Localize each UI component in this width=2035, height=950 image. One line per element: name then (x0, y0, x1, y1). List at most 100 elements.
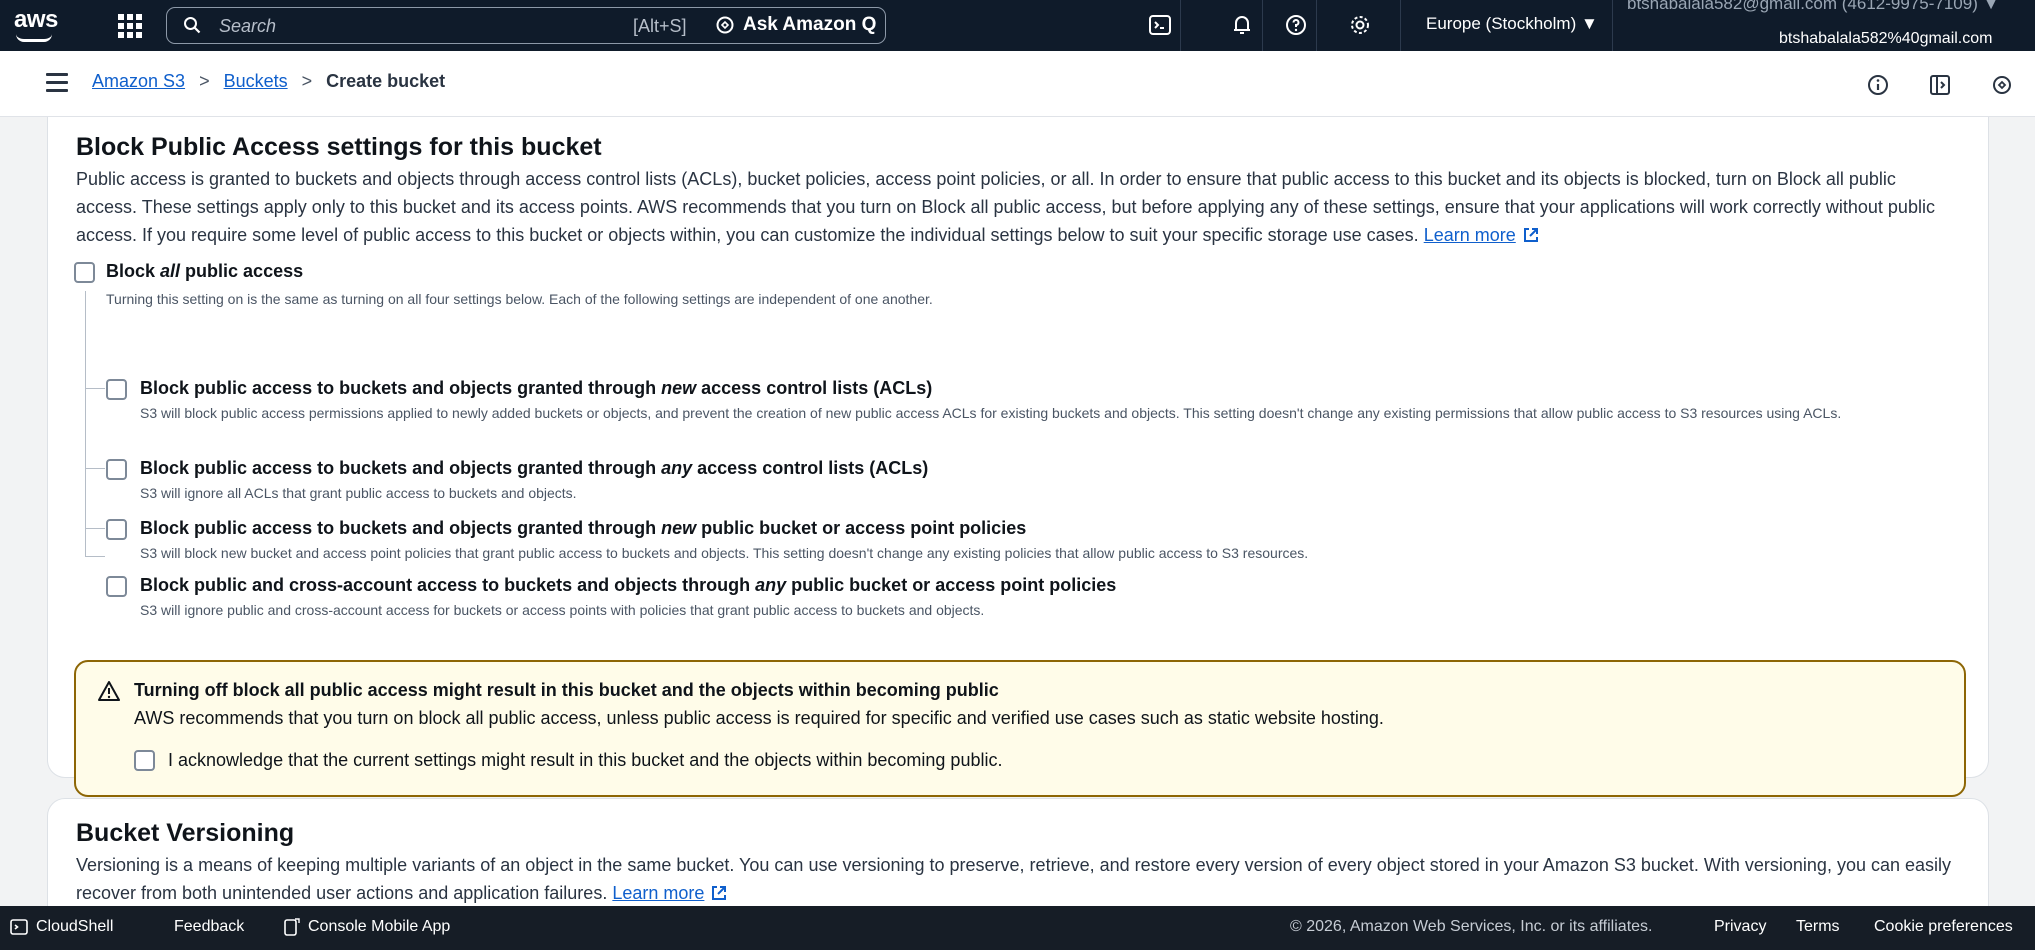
nav-divider (1400, 0, 1401, 51)
breadcrumb-buckets[interactable]: Buckets (224, 71, 288, 92)
label-emphasis: new (661, 518, 697, 538)
privacy-link[interactable]: Privacy (1714, 918, 1766, 936)
mobile-app-label: Console Mobile App (308, 918, 451, 935)
block-all-checkbox[interactable] (74, 262, 95, 283)
label-part: Block public access to buckets and objec… (140, 378, 662, 398)
acknowledge-checkbox[interactable] (134, 750, 155, 771)
label-part: public bucket or access point policies (786, 575, 1117, 595)
breadcrumb: Amazon S3 > Buckets > Create bucket (92, 71, 445, 92)
aws-logo-text: aws (14, 6, 58, 33)
label-part: Block (106, 261, 161, 281)
tree-branch (85, 388, 105, 389)
top-navigation: aws Search [Alt+S] Ask Amazon Q Europe (… (0, 0, 2035, 51)
feedback-link[interactable]: Feedback (174, 918, 244, 936)
amazon-q-panel-icon[interactable] (1990, 73, 2014, 97)
learn-more-link[interactable]: Learn more (1424, 225, 1540, 245)
cloudshell-footer-button[interactable]: CloudShell (10, 918, 113, 936)
breadcrumb-separator: > (301, 71, 313, 91)
region-selector[interactable]: Europe (Stockholm) ▼ (1426, 14, 1598, 34)
warning-icon (98, 681, 120, 701)
block-new-acls-description: S3 will block public access permissions … (140, 405, 1842, 421)
learn-more-label: Learn more (1423, 225, 1516, 245)
block-any-acls-description: S3 will ignore all ACLs that grant publi… (140, 485, 577, 501)
versioning-text: Versioning is a means of keeping multipl… (76, 855, 1952, 903)
search-shortcut: [Alt+S] (633, 16, 687, 36)
cookie-preferences-link[interactable]: Cookie preferences (1874, 918, 2013, 936)
breadcrumb-bar: Amazon S3 > Buckets > Create bucket (0, 51, 2035, 117)
block-any-policies-description: S3 will ignore public and cross-account … (140, 602, 985, 618)
breadcrumb-amazon-s3[interactable]: Amazon S3 (92, 71, 185, 92)
learn-more-label: Learn more (612, 883, 705, 903)
warning-text: AWS recommends that you turn on block al… (134, 708, 1384, 728)
versioning-learn-more-link[interactable]: Learn more (612, 883, 728, 903)
block-new-policies-description: S3 will block new bucket and access poin… (140, 545, 1309, 561)
breadcrumb-current: Create bucket (326, 71, 446, 91)
label-part: Block public access to buckets and objec… (140, 518, 662, 538)
label-part: public access (180, 261, 304, 281)
block-any-policies-checkbox[interactable] (106, 576, 127, 597)
section-title: Block Public Access settings for this bu… (76, 133, 602, 161)
block-any-policies-label: Block public and cross-account access to… (140, 575, 1116, 596)
block-any-acls-checkbox[interactable] (106, 459, 127, 480)
label-emphasis: new (661, 378, 697, 398)
breadcrumb-separator: > (199, 71, 210, 91)
label-part: access control lists (ACLs) (692, 458, 929, 478)
search-box[interactable]: Search [Alt+S] Ask Amazon Q (166, 7, 886, 44)
nav-divider (1612, 0, 1613, 51)
notifications-bell-icon[interactable] (1230, 13, 1254, 37)
search-icon (184, 17, 201, 34)
versioning-description: Versioning is a means of keeping multipl… (76, 851, 1956, 906)
block-new-policies-checkbox[interactable] (106, 519, 127, 540)
account-username: btshabalala582%40gmail.com (1779, 30, 1993, 47)
info-icon[interactable] (1866, 73, 1890, 97)
warning-title: Turning off block all public access migh… (134, 680, 999, 700)
description-text: Public access is granted to buckets and … (76, 169, 1935, 245)
amazon-q-icon (716, 16, 734, 34)
nav-divider (1316, 0, 1317, 51)
label-part: public bucket or access point policies (696, 518, 1027, 538)
cloudshell-icon (10, 919, 28, 935)
block-public-access-panel: Block Public Access settings for this bu… (47, 117, 1989, 797)
services-grid-icon[interactable] (118, 14, 142, 38)
block-new-acls-checkbox[interactable] (106, 379, 127, 400)
main-content: Block Public Access settings for this bu… (0, 117, 2035, 906)
section-description: Public access is granted to buckets and … (76, 165, 1956, 249)
tree-line (85, 291, 86, 556)
console-footer: CloudShell Feedback Console Mobile App ©… (0, 906, 2035, 950)
split-panel-icon[interactable] (1928, 73, 1952, 97)
ask-amazon-q-button[interactable]: Ask Amazon Q (715, 14, 876, 36)
menu-hamburger-icon[interactable] (46, 73, 68, 92)
block-new-acls-label: Block public access to buckets and objec… (140, 378, 932, 399)
copyright-text: © 2026, Amazon Web Services, Inc. or its… (1290, 918, 1653, 935)
terms-link[interactable]: Terms (1796, 918, 1840, 936)
settings-gear-icon[interactable] (1348, 13, 1372, 37)
block-any-acls-label: Block public access to buckets and objec… (140, 458, 928, 479)
aws-logo[interactable]: aws (14, 8, 62, 44)
label-emphasis: any (661, 458, 693, 478)
nav-divider (1262, 0, 1263, 51)
label-part: Block public access to buckets and objec… (140, 458, 662, 478)
account-menu[interactable]: btshabalala582@gmail.com (4612-9975-7109… (1627, 0, 1999, 14)
tree-branch (85, 468, 105, 469)
block-all-label: Block all public access (106, 261, 303, 282)
cloudshell-icon[interactable] (1148, 13, 1172, 37)
mobile-app-icon (284, 918, 300, 936)
tree-branch (85, 556, 105, 557)
nav-divider (1180, 0, 1181, 51)
versioning-title: Bucket Versioning (76, 819, 295, 847)
block-all-description: Turning this setting on is the same as t… (106, 291, 933, 307)
bucket-versioning-panel: Bucket Versioning Versioning is a means … (47, 798, 1989, 906)
aws-smile-icon (16, 34, 52, 42)
cloudshell-label: CloudShell (36, 918, 114, 935)
label-emphasis: all (160, 261, 181, 281)
label-emphasis: any (755, 575, 787, 595)
public-access-warning: Turning off block all public access migh… (74, 660, 1966, 797)
label-part: Block public and cross-account access to… (140, 575, 756, 595)
label-part: access control lists (ACLs) (696, 378, 933, 398)
external-link-icon (1523, 228, 1538, 242)
search-placeholder: Search (219, 16, 277, 36)
acknowledge-label: I acknowledge that the current settings … (168, 750, 1003, 770)
help-icon[interactable] (1284, 13, 1308, 37)
feedback-label: Feedback (174, 918, 245, 935)
console-mobile-app-link[interactable]: Console Mobile App (284, 918, 450, 936)
